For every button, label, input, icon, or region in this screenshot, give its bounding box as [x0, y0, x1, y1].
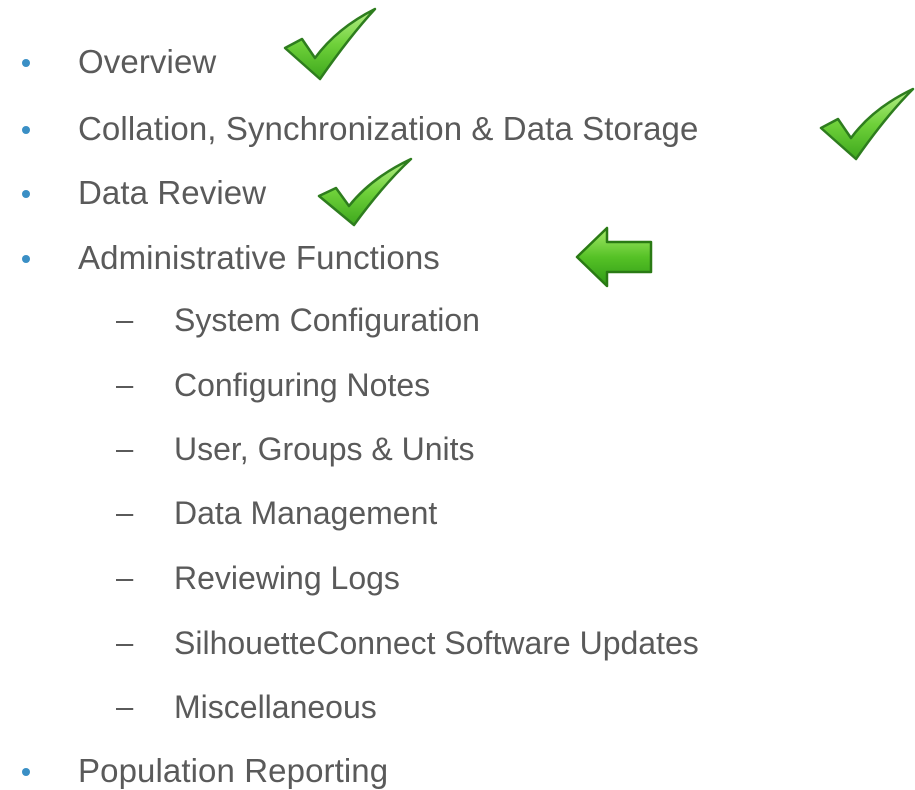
outline-subitem-label: Configuring Notes — [174, 367, 431, 403]
outline-item-label: Overview — [78, 43, 217, 80]
checkmark-icon — [283, 7, 377, 81]
sub-bullet: – — [116, 431, 134, 466]
checkmark-icon — [317, 157, 413, 227]
bullet-icon — [22, 126, 30, 134]
bullet-icon — [22, 255, 30, 263]
outline-item-label: Population Reporting — [78, 752, 389, 789]
outline-item-collation: Collation, Synchronization & Data Storag… — [0, 108, 915, 152]
outline-subitem-reviewing-logs: – Reviewing Logs — [0, 560, 915, 602]
checkmark-icon — [819, 87, 915, 161]
outline-subitem-user-groups-units: – User, Groups & Units — [0, 431, 915, 473]
outline-item-label: Collation, Synchronization & Data Storag… — [78, 110, 699, 147]
bullet-icon — [22, 59, 30, 67]
outline-item-data-review: Data Review — [0, 172, 915, 216]
outline-item-administrative-functions: Administrative Functions — [0, 237, 915, 281]
outline-subitem-miscellaneous: – Miscellaneous — [0, 689, 915, 731]
outline-item-label: Data Review — [78, 174, 267, 211]
sub-bullet: – — [116, 689, 134, 724]
outline-item-label: Administrative Functions — [78, 239, 440, 276]
arrow-left-icon — [575, 226, 653, 288]
outline-subitem-data-management: – Data Management — [0, 495, 915, 537]
outline-subitem-label: Miscellaneous — [174, 689, 377, 725]
slide: Overview Collation, Synchronization & Da… — [0, 0, 915, 790]
bullet-icon — [22, 190, 30, 198]
outline-subitem-software-updates: – SilhouetteConnect Software Updates — [0, 625, 915, 667]
outline-subitem-label: System Configuration — [174, 302, 480, 338]
outline-subitem-label: Reviewing Logs — [174, 560, 400, 596]
outline-subitem-configuring-notes: – Configuring Notes — [0, 367, 915, 409]
outline-item-overview: Overview — [0, 41, 915, 85]
outline-subitem-system-configuration: – System Configuration — [0, 302, 915, 344]
sub-bullet: – — [116, 625, 134, 660]
outline-item-population-reporting: Population Reporting — [0, 750, 915, 790]
sub-bullet: – — [116, 302, 134, 337]
sub-bullet: – — [116, 367, 134, 402]
sub-bullet: – — [116, 560, 134, 595]
sub-bullet: – — [116, 495, 134, 530]
outline-subitem-label: Data Management — [174, 495, 438, 531]
outline-subitem-label: SilhouetteConnect Software Updates — [174, 625, 699, 661]
bullet-icon — [22, 768, 30, 776]
outline-subitem-label: User, Groups & Units — [174, 431, 475, 467]
